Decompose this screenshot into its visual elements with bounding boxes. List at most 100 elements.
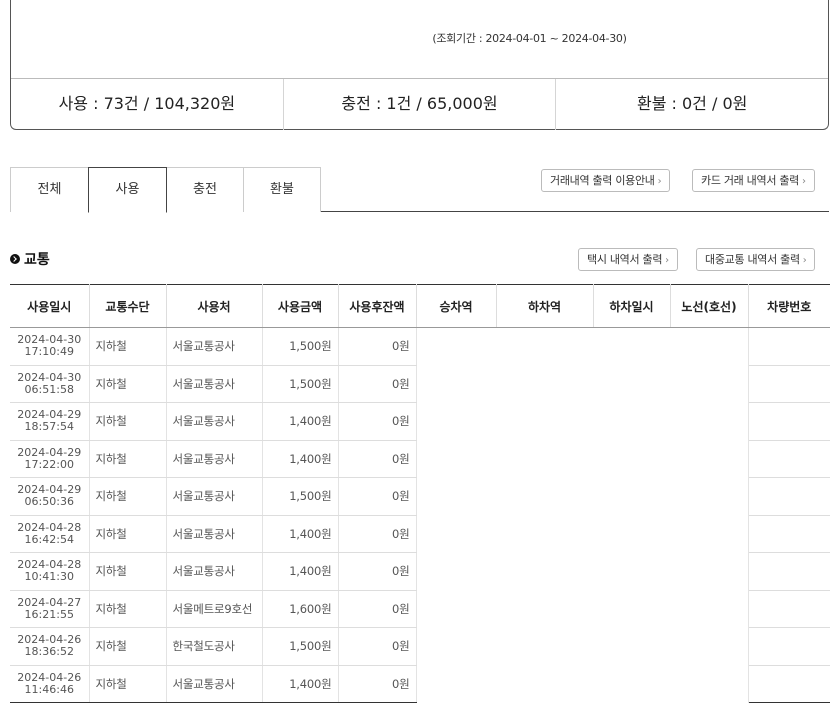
alighting-station [496, 365, 593, 403]
chevron-right-icon: › [665, 255, 669, 266]
usage-time: 06:51:58 [24, 382, 74, 396]
route-line [670, 590, 749, 628]
col-header: 사용처 [166, 284, 263, 328]
col-header: 차량번호 [748, 284, 830, 328]
usage-amount: 1,600원 [262, 590, 339, 628]
usage-amount: 1,500원 [262, 365, 339, 403]
transport-mode: 지하철 [89, 402, 167, 441]
boarding-station [416, 440, 496, 478]
table-row: 2024-04-30 17:10:49 지하철 서울교통공사 1,500원 0원 [10, 327, 830, 366]
vehicle-number [748, 590, 830, 628]
alighting-station [496, 590, 593, 628]
alighting-station [496, 403, 593, 441]
usage-place: 한국철도공사 [166, 627, 263, 666]
usage-amount: 1,400원 [262, 515, 339, 553]
table-row: 2024-04-29 06:50:36 지하철 서울교통공사 1,500원 0원 [10, 477, 830, 516]
vehicle-number [748, 402, 830, 441]
card-statement-label: 카드 거래 내역서 출력 [701, 174, 799, 187]
usage-datetime: 2024-04-30 17:10:49 [10, 327, 90, 366]
table-row: 2024-04-29 17:22:00 지하철 서울교통공사 1,400원 0원 [10, 440, 830, 478]
usage-time: 11:46:46 [24, 682, 74, 696]
alighting-datetime [593, 365, 670, 403]
alighting-station [496, 328, 593, 366]
section-title: 교통 [10, 249, 50, 269]
usage-time: 16:42:54 [24, 532, 74, 546]
usage-time: 17:10:49 [24, 345, 74, 359]
usage-date: 2024-04-26 [17, 670, 82, 684]
usage-place: 서울교통공사 [166, 440, 263, 478]
card-statement-button[interactable]: 카드 거래 내역서 출력 › [692, 169, 815, 192]
boarding-station [416, 628, 496, 666]
route-line [670, 627, 749, 665]
vehicle-number [748, 477, 830, 516]
route-line [670, 440, 749, 478]
transport-mode: 지하철 [89, 477, 167, 516]
boarding-station [416, 590, 496, 628]
vehicle-number [748, 327, 830, 366]
usage-time: 17:22:00 [24, 457, 74, 471]
usage-time: 18:36:52 [24, 645, 74, 659]
tab-charge[interactable]: 충전 [166, 167, 244, 212]
vehicle-number [748, 627, 830, 666]
usage-amount: 1,400원 [262, 552, 339, 591]
public-transit-statement-button[interactable]: 대중교통 내역서 출력 › [696, 248, 816, 271]
section-title-text: 교통 [24, 252, 50, 268]
public-transit-statement-label: 대중교통 내역서 출력 [705, 253, 800, 266]
vehicle-number [748, 440, 830, 478]
balance-after: 0원 [338, 515, 417, 553]
balance-after: 0원 [338, 627, 417, 666]
alighting-datetime [593, 403, 670, 441]
balance-after: 0원 [338, 327, 417, 366]
taxi-statement-button[interactable]: 택시 내역서 출력 › [578, 248, 678, 271]
route-line [670, 327, 749, 365]
arrow-bullet-icon [10, 254, 20, 264]
summary-refund-total: 환불 : 0건 / 0원 [636, 94, 748, 113]
route-line [670, 477, 749, 515]
tab-use[interactable]: 사용 [88, 167, 167, 213]
col-header: 하차역 [496, 284, 594, 328]
usage-amount: 1,500원 [262, 477, 339, 516]
summary-totals: 사용 : 73건 / 104,320원 충전 : 1건 / 65,000원 환불… [11, 78, 828, 130]
usage-place: 서울교통공사 [166, 665, 263, 703]
usage-place: 서울교통공사 [166, 365, 263, 403]
print-guide-label: 거래내역 출력 이용안내 [550, 174, 655, 187]
table-row: 2024-04-26 18:36:52 지하철 한국철도공사 1,500원 0원 [10, 627, 830, 666]
table-row: 2024-04-28 10:41:30 지하철 서울교통공사 1,400원 0원 [10, 552, 830, 591]
boarding-station [416, 665, 496, 703]
summary-use-total: 사용 : 73건 / 104,320원 [11, 79, 284, 130]
usage-datetime: 2024-04-28 10:41:30 [10, 552, 90, 591]
balance-after: 0원 [338, 552, 417, 591]
alighting-station [496, 553, 593, 591]
transport-transactions-table: 사용일시 교통수단 사용처 사용금액 사용후잔액 승차역 하차역 하차일시 노선… [10, 284, 830, 703]
alighting-station [496, 515, 593, 553]
alighting-station [496, 665, 593, 703]
table-row: 2024-04-26 11:46:46 지하철 서울교통공사 1,400원 0원 [10, 665, 830, 703]
summary-charge-total: 충전 : 1건 / 65,000원 [284, 79, 557, 130]
transport-mode: 지하철 [89, 440, 167, 478]
balance-after: 0원 [338, 665, 417, 703]
route-line [670, 665, 749, 703]
usage-amount: 1,500원 [262, 327, 339, 366]
usage-datetime: 2024-04-29 18:57:54 [10, 402, 90, 441]
vehicle-number [748, 365, 830, 403]
usage-datetime: 2024-04-26 11:46:46 [10, 665, 90, 703]
usage-place: 서울교통공사 [166, 327, 263, 366]
usage-date: 2024-04-29 [17, 445, 82, 459]
col-header: 노선(호선) [670, 284, 749, 328]
tab-all[interactable]: 전체 [10, 167, 89, 212]
usage-date: 2024-04-28 [17, 520, 82, 534]
usage-date: 2024-04-27 [17, 595, 82, 609]
boarding-station [416, 365, 496, 403]
balance-after: 0원 [338, 477, 417, 516]
tab-refund[interactable]: 환불 [243, 167, 321, 212]
route-line [670, 402, 749, 440]
balance-after: 0원 [338, 590, 417, 628]
chevron-right-icon: › [802, 255, 807, 266]
usage-datetime: 2024-04-29 17:22:00 [10, 440, 90, 478]
usage-place: 서울교통공사 [166, 477, 263, 516]
vehicle-number [748, 552, 830, 591]
route-line [670, 515, 749, 553]
print-guide-button[interactable]: 거래내역 출력 이용안내 › [541, 169, 671, 192]
usage-datetime: 2024-04-30 06:51:58 [10, 365, 90, 403]
vehicle-number [748, 665, 830, 703]
